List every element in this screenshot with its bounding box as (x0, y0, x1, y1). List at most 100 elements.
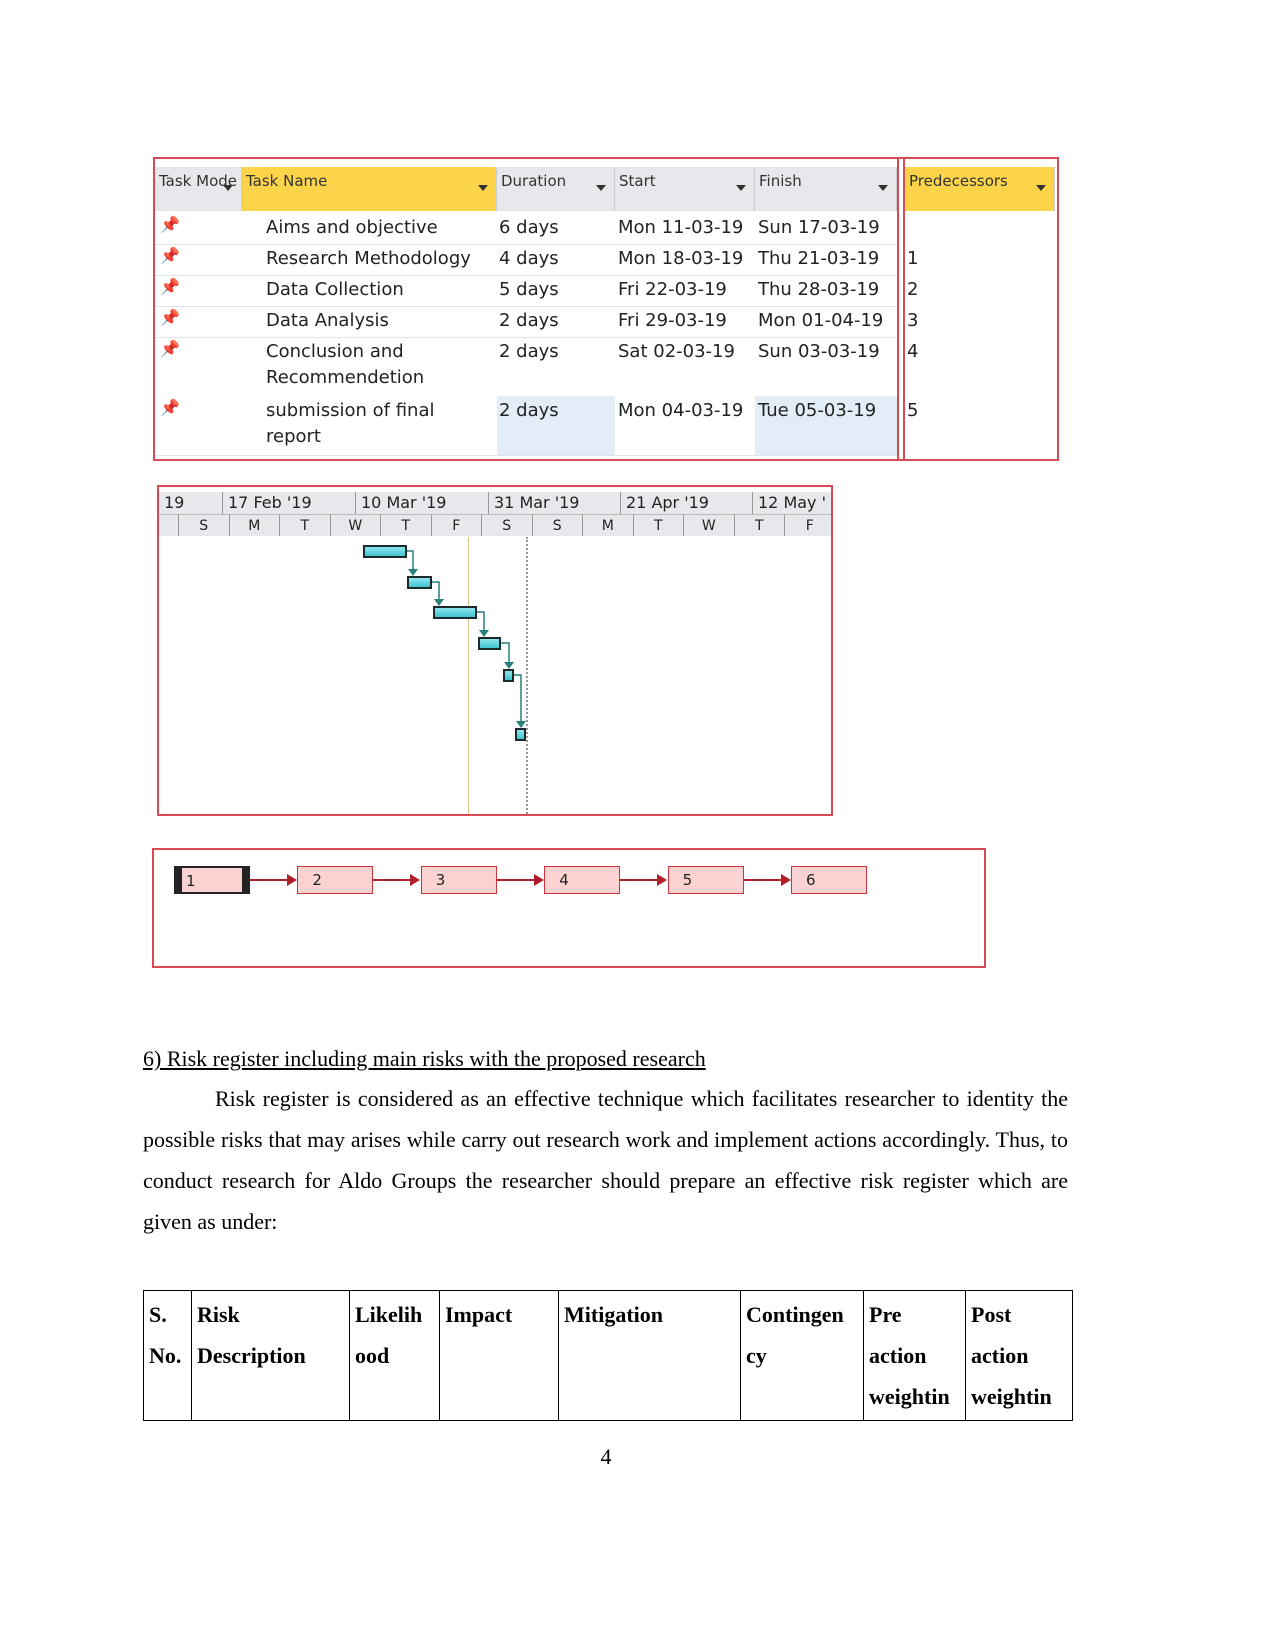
network-node[interactable]: 4 (544, 866, 621, 894)
pane-divider[interactable] (897, 159, 905, 459)
header-predecessors[interactable]: Predecessors (905, 167, 1055, 211)
header-label: Start (619, 172, 656, 190)
network-diagram: 1 2 3 4 5 6 (152, 848, 986, 968)
task-name: submission of final report (266, 400, 435, 447)
section-paragraph: Risk register is considered as an effect… (143, 1086, 1068, 1234)
task-finish: Sun 03-03-19 (758, 341, 880, 362)
dependency-link (432, 581, 440, 600)
risk-header-cell: Contingen cy (740, 1290, 864, 1421)
pin-icon: 📌 (160, 277, 180, 296)
pin-icon: 📌 (160, 246, 180, 265)
arrow-head (516, 721, 526, 728)
risk-header-cell: Post action weightin (965, 1290, 1073, 1421)
header-duration[interactable]: Duration (497, 167, 615, 211)
header-start[interactable]: Start (615, 167, 755, 211)
dependency-link (514, 674, 522, 722)
dropdown-arrow-icon[interactable] (596, 185, 606, 191)
task-finish: Thu 21-03-19 (758, 248, 880, 269)
header-label: Finish (759, 172, 802, 190)
task-finish: Thu 28-03-19 (758, 279, 880, 300)
arrow-head (504, 662, 514, 669)
task-predecessors: 4 (907, 341, 919, 362)
risk-header-cell: Risk Description (191, 1290, 350, 1421)
task-start: Fri 22-03-19 (618, 279, 727, 300)
network-node[interactable]: 3 (420, 866, 497, 894)
link-arrow (250, 874, 297, 886)
dependency-link (501, 642, 510, 663)
header-task-mode[interactable]: Task Mode (155, 167, 242, 211)
risk-header-cell: S. No. (143, 1290, 192, 1421)
gantt-bar[interactable] (478, 637, 501, 650)
dropdown-arrow-icon[interactable] (878, 185, 888, 191)
gantt-bar[interactable] (407, 576, 432, 589)
task-name: Research Methodology (266, 248, 471, 269)
task-start: Mon 11-03-19 (618, 217, 744, 238)
link-arrow (743, 874, 791, 886)
link-arrow (496, 874, 544, 886)
pin-icon: 📌 (160, 215, 180, 234)
gantt-bar[interactable] (363, 545, 407, 558)
dropdown-arrow-icon[interactable] (1036, 185, 1046, 191)
task-finish: Tue 05-03-19 (758, 400, 877, 421)
risk-header-cell: Pre action weightin (863, 1290, 966, 1421)
risk-header-cell: Impact (439, 1290, 559, 1421)
task-predecessors: 1 (907, 248, 919, 269)
task-name: Data Analysis (266, 310, 389, 331)
task-duration: 5 days (499, 279, 559, 300)
task-duration: 2 days (499, 400, 559, 421)
gantt-bar[interactable] (433, 606, 477, 619)
network-node[interactable]: 6 (791, 866, 867, 894)
gantt-bar[interactable] (515, 728, 526, 741)
pin-icon: 📌 (160, 308, 180, 327)
task-row[interactable]: 📌 Data Analysis 2 days Fri 29-03-19 Mon … (155, 306, 918, 338)
document-page: Task Mode Task Name Duration Start Finis… (0, 0, 1275, 1650)
task-row[interactable]: 📌 Conclusion and Recommendetion 2 days S… (155, 337, 918, 397)
link-arrow (620, 874, 668, 886)
dependency-links (407, 550, 526, 728)
task-finish: Mon 01-04-19 (758, 310, 884, 331)
header-label: Task Name (246, 172, 328, 190)
risk-register-table: S. No. Risk Description Likelih ood Impact M… (143, 1290, 1073, 1421)
dropdown-arrow-icon[interactable] (223, 185, 233, 191)
task-predecessors: 2 (907, 279, 919, 300)
dependency-link (477, 611, 485, 631)
network-node[interactable]: 5 (667, 866, 744, 894)
risk-header-cell: Likelih ood (349, 1290, 440, 1421)
task-start: Fri 29-03-19 (618, 310, 727, 331)
pin-icon: 📌 (160, 398, 180, 417)
header-label: Predecessors (909, 172, 1008, 190)
dropdown-arrow-icon[interactable] (736, 185, 746, 191)
task-duration: 2 days (499, 341, 559, 362)
arrow-head (408, 569, 418, 576)
pin-icon: 📌 (160, 339, 180, 358)
task-name: Conclusion and Recommendetion (266, 341, 425, 388)
header-task-name[interactable]: Task Name (242, 167, 497, 211)
task-start: Mon 04-03-19 (618, 400, 744, 421)
arrow-head (434, 599, 444, 606)
task-name: Data Collection (266, 279, 404, 300)
network-node[interactable]: 2 (297, 866, 374, 894)
header-finish[interactable]: Finish (755, 167, 897, 211)
gantt-chart: 19 17 Feb '19 10 Mar '19 31 Mar '19 21 Apr '… (157, 485, 833, 816)
task-row[interactable]: 📌 submission of final report 2 days Mon … (155, 396, 918, 456)
header-label: Duration (501, 172, 567, 190)
gantt-bar[interactable] (503, 669, 514, 682)
task-row[interactable]: 📌 Aims and objective 6 days Mon 11-03-19… (155, 213, 897, 245)
task-row[interactable]: 📌 Data Collection 5 days Fri 22-03-19 Th… (155, 275, 918, 307)
task-start: Mon 18-03-19 (618, 248, 744, 269)
arrow-head (479, 630, 489, 637)
risk-header-cell: Mitigation (558, 1290, 741, 1421)
task-duration: 4 days (499, 248, 559, 269)
page-number: 4 (600, 1444, 612, 1469)
task-name: Aims and objective (266, 217, 438, 238)
task-duration: 2 days (499, 310, 559, 331)
section-heading: 6) Risk register including main risks wi… (143, 1046, 706, 1071)
task-row[interactable]: 📌 Research Methodology 4 days Mon 18-03-… (155, 244, 918, 276)
task-duration: 6 days (499, 217, 559, 238)
dependency-link (407, 550, 414, 570)
network-node[interactable]: 1 (174, 866, 250, 894)
link-arrow (373, 874, 421, 886)
task-predecessors: 5 (907, 400, 919, 421)
project-task-table: Task Mode Task Name Duration Start Finis… (153, 157, 1059, 461)
dropdown-arrow-icon[interactable] (478, 185, 488, 191)
